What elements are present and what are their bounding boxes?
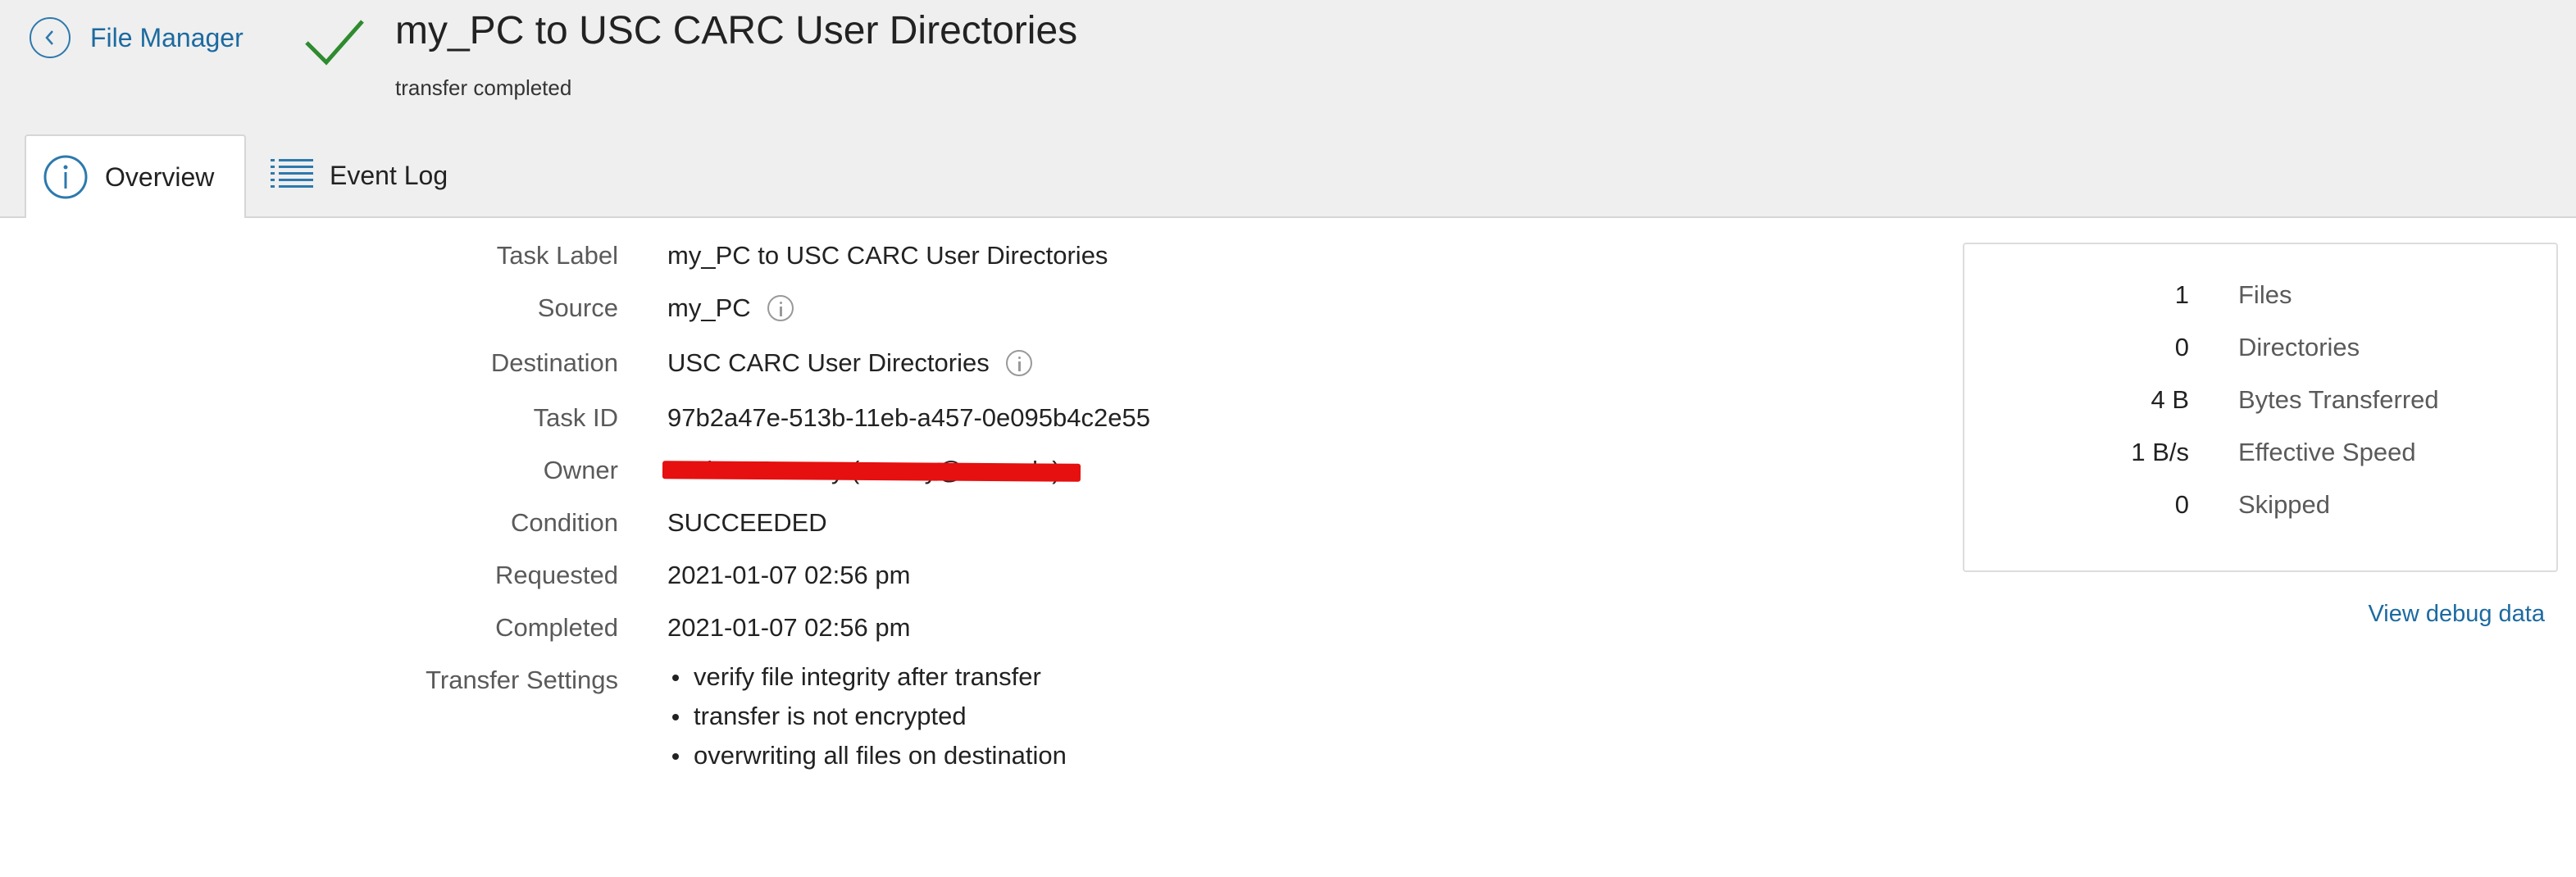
detail-label: Source — [537, 293, 618, 322]
stat-row-bytes: 4 B Bytes Transferred — [1964, 374, 2556, 426]
info-icon[interactable] — [767, 295, 794, 321]
tab-event-log-label: Event Log — [330, 160, 448, 190]
stat-value: 0 — [2174, 333, 2189, 361]
detail-label: Condition — [511, 508, 618, 537]
detail-label: Task Label — [496, 241, 618, 270]
redaction-mark — [662, 461, 1081, 482]
stat-name: Directories — [2238, 333, 2360, 361]
checkmark-icon — [305, 20, 364, 66]
view-debug-data-link[interactable]: View debug data — [2368, 601, 2545, 628]
tab-event-log[interactable]: Event Log — [271, 134, 484, 216]
stat-row-directories: 0 Directories — [1964, 321, 2556, 374]
stat-value: 1 — [2174, 280, 2189, 309]
detail-row-task-id: Task ID 97b2a47e-513b-11eb-a457-0e095b4c… — [0, 395, 1886, 448]
detail-value-wrap: USC CARC User Directories — [667, 348, 1032, 378]
stat-row-skipped: 0 Skipped — [1964, 479, 2556, 531]
detail-row-task-label: Task Label my_PC to USC CARC User Direct… — [0, 233, 1886, 285]
stat-value: 0 — [2174, 490, 2189, 519]
back-label: File Manager — [90, 22, 243, 52]
detail-row-owner: Owner Andrea Rennny (rennny@usc.edu) — [0, 448, 1886, 500]
detail-label: Task ID — [533, 403, 618, 432]
stat-value: 1 B/s — [2131, 438, 2189, 466]
detail-row-completed: Completed 2021-01-07 02:56 pm — [0, 605, 1886, 657]
task-id-value: 97b2a47e-513b-11eb-a457-0e095b4c2e55 — [667, 403, 1150, 432]
info-icon — [43, 155, 88, 199]
stat-value: 4 B — [2150, 385, 2189, 414]
stat-name: Bytes Transferred — [2238, 385, 2439, 414]
list-icon — [271, 159, 313, 188]
stat-name: Files — [2238, 280, 2292, 309]
status-text: transfer completed — [395, 75, 572, 100]
detail-value: my_PC to USC CARC User Directories — [667, 241, 1108, 270]
list-item: overwriting all files on destination — [667, 736, 1067, 775]
detail-row-condition: Condition SUCCEEDED — [0, 500, 1886, 552]
detail-label: Requested — [495, 561, 618, 589]
list-item: transfer is not encrypted — [667, 697, 1067, 736]
detail-label: Transfer Settings — [426, 666, 618, 694]
detail-label: Destination — [490, 348, 618, 377]
source-value: my_PC — [667, 293, 751, 322]
detail-label: Owner — [543, 456, 618, 484]
detail-row-transfer-settings: Transfer Settings verify file integrity … — [0, 657, 1886, 788]
page-header: File Manager my_PC to USC CARC User Dire… — [0, 0, 2576, 218]
detail-value-wrap: my_PC — [667, 293, 794, 323]
info-icon[interactable] — [1005, 350, 1032, 376]
condition-value: SUCCEEDED — [667, 508, 827, 537]
detail-row-requested: Requested 2021-01-07 02:56 pm — [0, 552, 1886, 605]
stat-row-speed: 1 B/s Effective Speed — [1964, 426, 2556, 479]
destination-value: USC CARC User Directories — [667, 348, 990, 377]
stat-row-files: 1 Files — [1964, 269, 2556, 321]
completed-value: 2021-01-07 02:56 pm — [667, 613, 911, 642]
stat-name: Skipped — [2238, 490, 2331, 519]
page-title: my_PC to USC CARC User Directories — [395, 9, 1078, 52]
detail-row-destination: Destination USC CARC User Directories — [0, 340, 1886, 393]
back-to-file-manager-link[interactable]: File Manager — [30, 15, 243, 61]
requested-value: 2021-01-07 02:56 pm — [667, 561, 911, 589]
tab-overview-label: Overview — [105, 161, 215, 192]
detail-row-source: Source my_PC — [0, 285, 1886, 338]
list-item: verify file integrity after transfer — [667, 657, 1067, 697]
transfer-stats-panel: 1 Files 0 Directories 4 B Bytes Transfer… — [1963, 243, 2558, 572]
transfer-settings-list: verify file integrity after transfer tra… — [667, 657, 1067, 775]
chevron-left-icon — [30, 17, 71, 58]
tab-overview[interactable]: Overview — [25, 134, 246, 218]
detail-label: Completed — [495, 613, 618, 642]
stat-name: Effective Speed — [2238, 438, 2416, 466]
